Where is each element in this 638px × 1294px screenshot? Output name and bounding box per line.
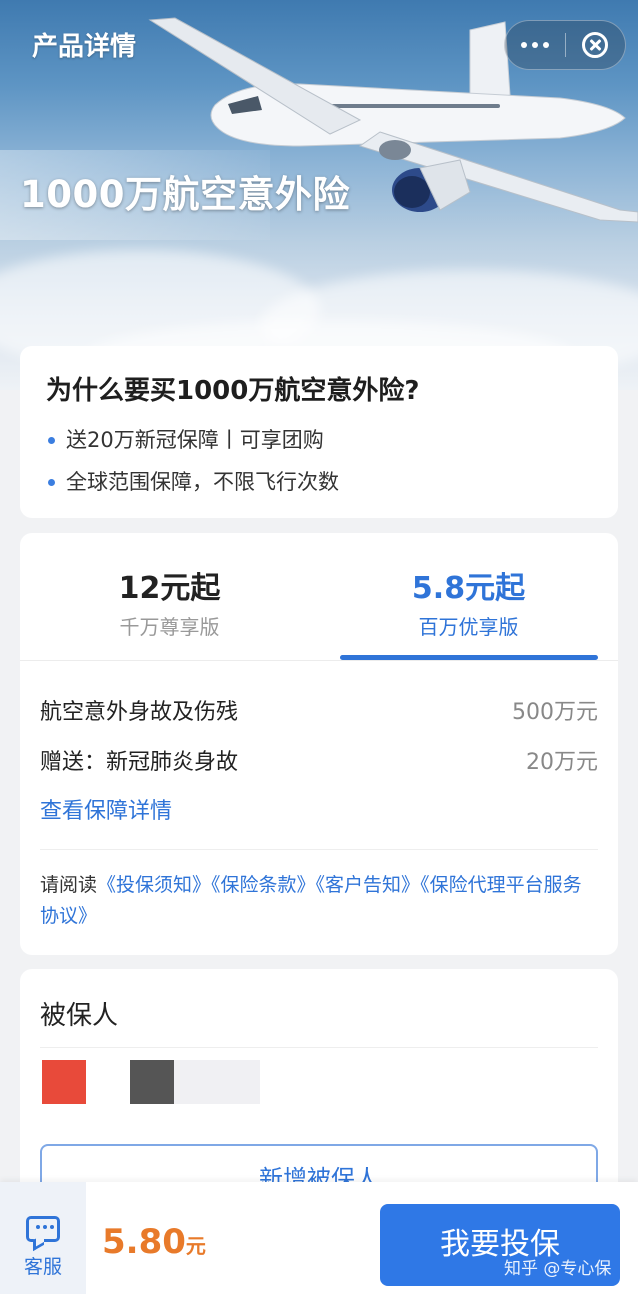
customer-service-button[interactable]: 客服	[0, 1182, 86, 1294]
why-bullet-list: 送20万新冠保障丨可享团购 全球范围保障，不限飞行次数	[46, 419, 592, 503]
coverage-row: 赠送：新冠肺炎身故 20万元	[20, 735, 618, 785]
coverage-item: 赠送：新冠肺炎身故	[40, 750, 239, 775]
total-price: 5.80元	[102, 1222, 206, 1262]
more-icon[interactable]	[505, 42, 565, 48]
terms-link-customer[interactable]: 《客户告知》	[316, 874, 421, 896]
tab-standard-plan[interactable]: 5.8元起 百万优享版	[319, 533, 618, 660]
plan-name: 百万优享版	[418, 615, 519, 639]
active-tab-indicator	[340, 655, 598, 660]
why-bullet: 送20万新冠保障丨可享团购	[46, 419, 592, 461]
hero-title: 1000万航空意外险	[20, 173, 350, 216]
coverage-detail-link[interactable]: 查看保障详情	[20, 787, 618, 837]
close-button[interactable]	[565, 32, 625, 58]
insured-avatar[interactable]	[130, 1060, 174, 1104]
why-heading: 为什么要买1000万航空意外险?	[46, 376, 420, 406]
chat-icon	[26, 1216, 60, 1242]
coverage-amount: 20万元	[526, 750, 598, 775]
page-title: 产品详情	[32, 32, 137, 62]
terms-link-clauses[interactable]: 《保险条款》	[211, 874, 316, 896]
tab-premium-plan[interactable]: 12元起 千万尊享版	[20, 533, 319, 660]
customer-service-label: 客服	[23, 1256, 62, 1278]
plan-price: 12元起	[118, 571, 221, 606]
price-value: 5.80	[102, 1222, 186, 1262]
close-icon	[582, 32, 609, 58]
miniapp-capsule	[504, 20, 626, 70]
plan-tabs: 12元起 千万尊享版 5.8元起 百万优享版	[20, 533, 618, 661]
coverage-list: 航空意外身故及伤残 500万元 赠送：新冠肺炎身故 20万元	[20, 661, 618, 785]
coverage-amount: 500万元	[512, 700, 598, 725]
insured-name-redacted	[174, 1060, 260, 1104]
why-buy-card: 为什么要买1000万航空意外险? 送20万新冠保障丨可享团购 全球范围保障，不限…	[20, 346, 618, 518]
why-bullet: 全球范围保障，不限飞行次数	[46, 461, 592, 503]
terms-prefix: 请阅读	[40, 874, 98, 896]
insured-person-list	[20, 1048, 618, 1104]
terms-notice: 请阅读《投保须知》《保险条款》《客户告知》《保险代理平台服务协议》	[40, 849, 598, 932]
terms-link-notice[interactable]: 《投保须知》	[97, 874, 211, 896]
coverage-row: 航空意外身故及伤残 500万元	[20, 685, 618, 735]
price-unit: 元	[185, 1234, 206, 1258]
coverage-item: 航空意外身故及伤残	[40, 700, 239, 725]
insured-title: 被保人	[40, 1001, 119, 1031]
plan-name: 千万尊享版	[119, 615, 220, 639]
watermark: 知乎 @专心保	[504, 1259, 612, 1279]
plan-price: 5.8元起	[411, 571, 526, 606]
insured-checkbox[interactable]	[42, 1060, 86, 1104]
plan-card: 12元起 千万尊享版 5.8元起 百万优享版 航空意外身故及伤残 500万元 赠…	[20, 533, 618, 955]
